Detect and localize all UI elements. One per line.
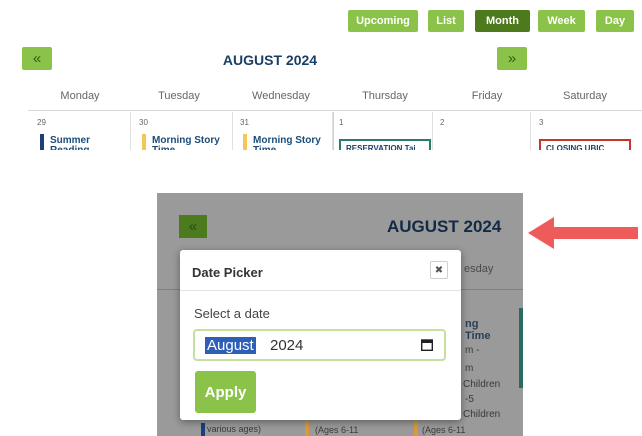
date-picker-modal: Date Picker ✖ Select a date August 2024 … bbox=[180, 250, 461, 420]
calendar-icon[interactable] bbox=[420, 338, 434, 352]
date-number: 29 bbox=[37, 118, 46, 127]
pointer-arrow bbox=[528, 217, 638, 249]
day-header-thursday: Thursday bbox=[362, 90, 408, 102]
inset-day-header: esday bbox=[464, 263, 494, 275]
date-input[interactable]: August 2024 bbox=[193, 329, 446, 361]
date-number: 31 bbox=[240, 118, 249, 127]
event-closing-ubic[interactable]: CLOSING UBIC bbox=[539, 139, 631, 150]
next-month-button[interactable]: » bbox=[497, 47, 527, 70]
day-header-tuesday: Tuesday bbox=[158, 90, 200, 102]
calendar-cell[interactable] bbox=[433, 112, 531, 150]
view-day-button[interactable]: Day bbox=[596, 10, 634, 32]
modal-title: Date Picker bbox=[192, 265, 263, 280]
date-input-year: 2024 bbox=[270, 337, 304, 354]
view-week-button[interactable]: Week bbox=[538, 10, 585, 32]
inset-event-text: Children bbox=[463, 379, 501, 390]
inset-event-text: m - bbox=[465, 345, 480, 356]
date-number: 3 bbox=[539, 118, 544, 127]
inset-event-text: m bbox=[465, 363, 474, 374]
day-header-monday: Monday bbox=[60, 90, 100, 102]
calendar-row-top-border bbox=[28, 110, 642, 111]
close-button[interactable]: ✖ bbox=[430, 261, 448, 279]
date-input-month: August bbox=[205, 337, 256, 354]
inset-event-text: -5 bbox=[465, 394, 474, 405]
inset-event-text: (Ages 6-11 bbox=[422, 425, 466, 435]
view-month-button[interactable]: Month bbox=[475, 10, 530, 32]
inset-event-text: Time bbox=[465, 330, 491, 342]
prev-month-button[interactable]: « bbox=[22, 47, 52, 70]
inset-event-left-bar bbox=[201, 423, 205, 436]
event-morning-story-time-tue[interactable]: Morning Story Time bbox=[142, 134, 228, 150]
event-summer-reading[interactable]: Summer Reading Challenge bbox=[40, 134, 126, 150]
date-number: 30 bbox=[139, 118, 148, 127]
day-header-wednesday: Wednesday bbox=[252, 90, 310, 102]
inset-event-border bbox=[519, 308, 523, 388]
event-reservation-tai-chi[interactable]: RESERVATION Tai Chi Group bbox=[339, 139, 431, 150]
day-header-friday: Friday bbox=[471, 90, 503, 102]
inset-event-bar bbox=[414, 421, 418, 436]
apply-button[interactable]: Apply bbox=[195, 371, 256, 413]
inset-event-text: various ages) bbox=[207, 424, 262, 434]
date-field-label: Select a date bbox=[194, 306, 270, 321]
inset-prev-month-button[interactable]: « bbox=[179, 215, 207, 238]
inset-event-text: Children bbox=[463, 409, 501, 420]
month-title: AUGUST 2024 bbox=[222, 52, 318, 68]
inset-event-text: (Ages 6-11 bbox=[315, 425, 359, 435]
modal-header-divider bbox=[180, 290, 461, 291]
view-upcoming-button[interactable]: Upcoming bbox=[348, 10, 418, 32]
date-number: 2 bbox=[440, 118, 445, 127]
date-number: 1 bbox=[339, 118, 344, 127]
inset-month-title: AUGUST 2024 bbox=[387, 217, 502, 236]
inset-event-bar bbox=[305, 421, 309, 436]
event-morning-story-time-wed[interactable]: Morning Story Time bbox=[243, 134, 329, 150]
view-list-button[interactable]: List bbox=[428, 10, 464, 32]
day-header-saturday: Saturday bbox=[562, 90, 608, 102]
inset-event-text: ng bbox=[465, 318, 479, 330]
